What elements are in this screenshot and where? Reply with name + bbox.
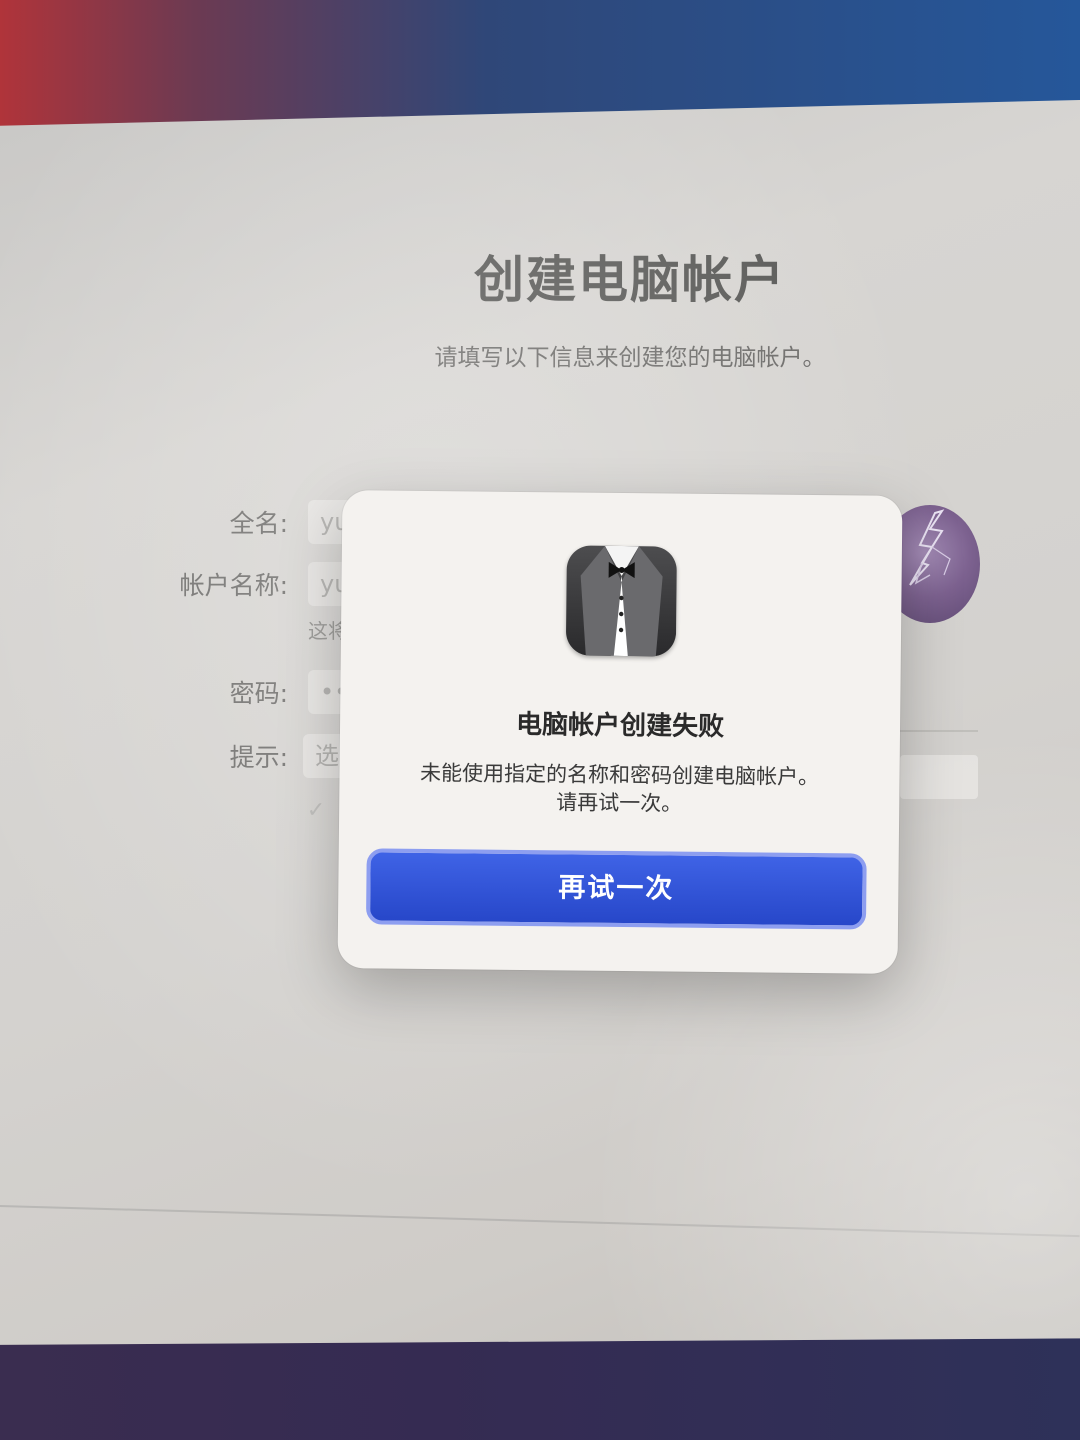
butler-tuxedo-icon: [565, 545, 677, 657]
error-dialog: 电脑帐户创建失败 未能使用指定的名称和密码创建电脑帐户。 请再试一次。 再试一次: [337, 490, 903, 974]
page-subtitle: 请填写以下信息来创建您的电脑帐户。: [434, 345, 826, 371]
full-name-label: 全名:: [229, 509, 288, 538]
dialog-title: 电脑帐户创建失败: [515, 709, 725, 743]
hint-label: 提示:: [229, 743, 288, 772]
dialog-message-line-2: 请再试一次。: [556, 790, 683, 816]
page-title: 创建电脑帐户: [474, 251, 786, 309]
checkbox-check-icon[interactable]: ✓: [303, 798, 329, 824]
password-label: 密码:: [229, 679, 288, 708]
account-name-label: 帐户名称:: [179, 571, 288, 600]
retry-button[interactable]: 再试一次: [365, 848, 867, 930]
field-underline: [900, 730, 978, 732]
dialog-message-line-1: 未能使用指定的名称和密码创建电脑帐户。: [419, 760, 820, 790]
dialog-message: 未能使用指定的名称和密码创建电脑帐户。 请再试一次。: [369, 758, 870, 819]
hint-field-extension[interactable]: [900, 755, 978, 799]
divider: [0, 1205, 1080, 1238]
